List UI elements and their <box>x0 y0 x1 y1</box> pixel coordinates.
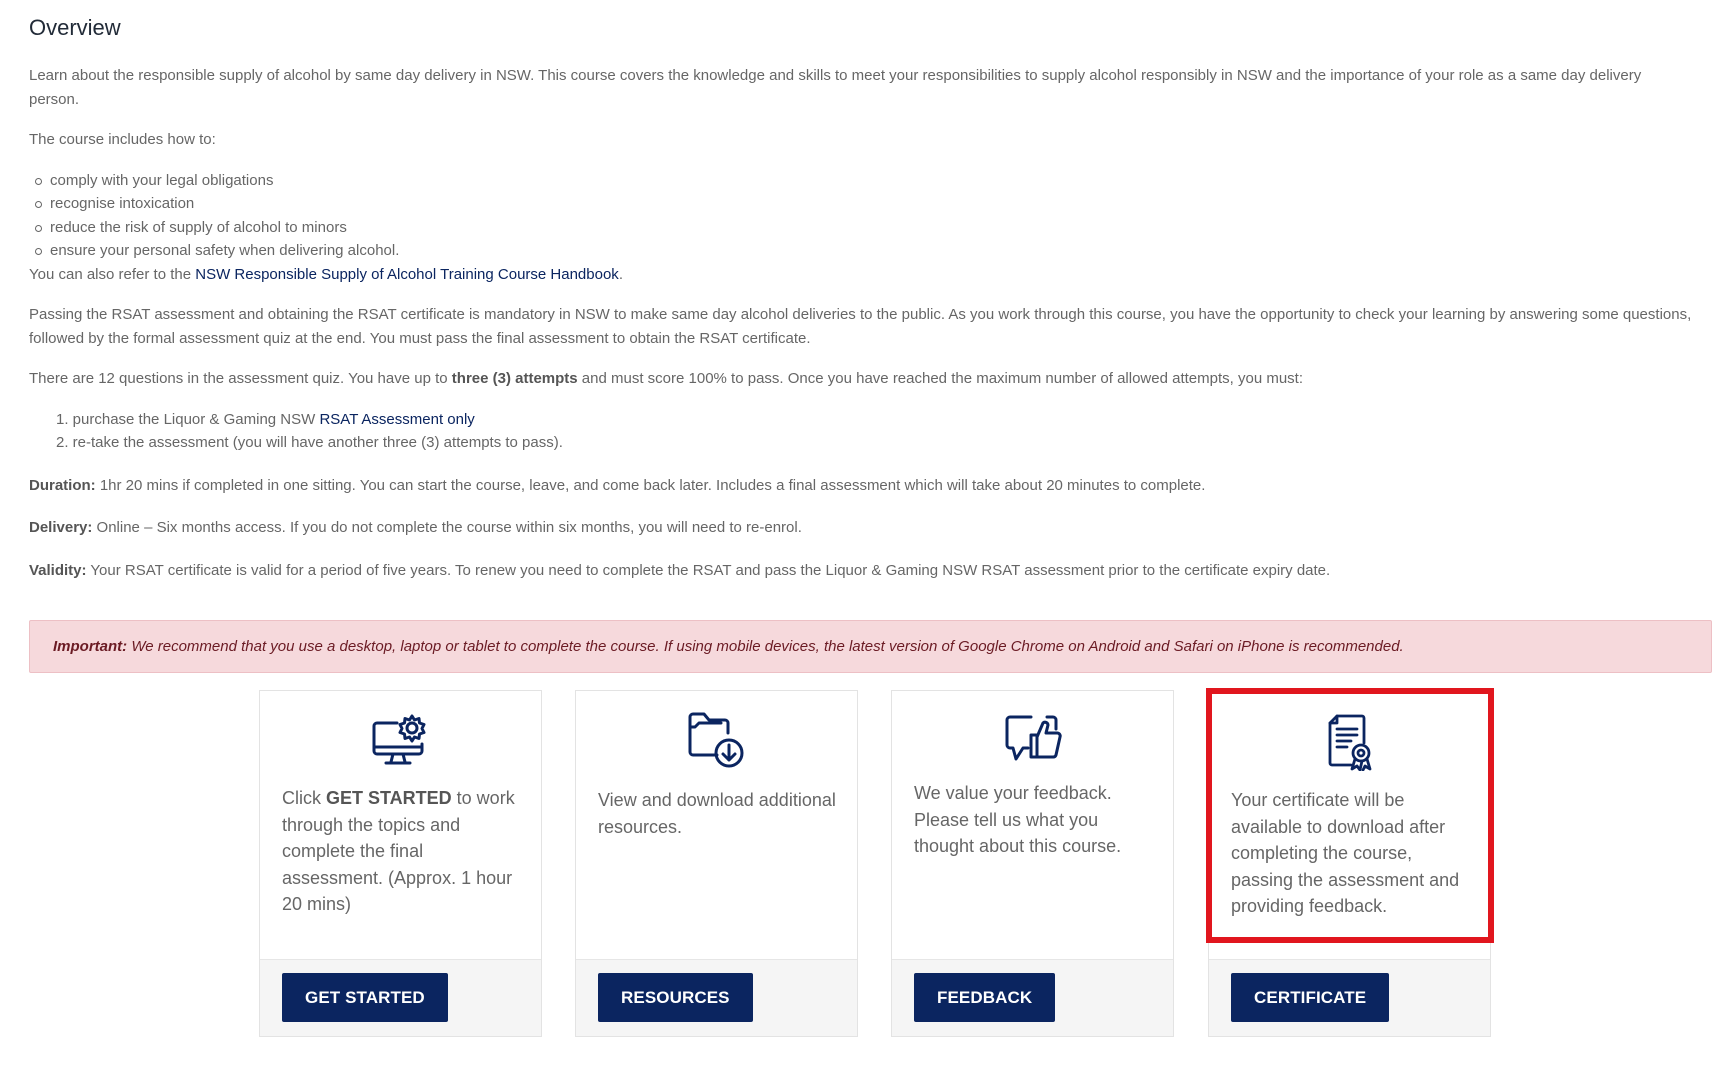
list-item: comply with your legal obligations <box>35 169 1715 193</box>
validity-label: Validity: <box>29 561 87 579</box>
delivery-label: Delivery: <box>29 519 93 536</box>
quiz-paragraph: There are 12 questions in the assessment… <box>29 367 1715 391</box>
includes-heading: The course includes how to: <box>29 131 216 148</box>
resources-description: View and download additional resources. <box>598 790 836 837</box>
get-started-button[interactable]: GET STARTED <box>282 973 448 1022</box>
desc-bold: GET STARTED <box>326 788 452 808</box>
card-footer: GET STARTED <box>260 959 541 1036</box>
rsat-assessment-link[interactable]: RSAT Assessment only <box>319 411 474 428</box>
course-intro: Learn about the responsible supply of al… <box>29 67 1642 108</box>
desc-prefix: Click <box>282 788 326 808</box>
certificate-card: Your certificate will be available to do… <box>1208 690 1491 1037</box>
list-item: reduce the risk of supply of alcohol to … <box>35 216 1715 240</box>
important-alert: Important: We recommend that you use a d… <box>29 620 1712 673</box>
steps-list: 1. purchase the Liquor & Gaming NSW RSAT… <box>56 408 1715 455</box>
delivery-line: Delivery: Online – Six months access. If… <box>29 516 1715 540</box>
folder-download-icon <box>687 711 747 776</box>
handbook-link[interactable]: NSW Responsible Supply of Alcohol Traini… <box>195 266 619 283</box>
step1-text: 1. purchase the Liquor & Gaming NSW <box>56 410 320 428</box>
feedback-thumbs-up-icon <box>1003 711 1063 772</box>
resources-card: View and download additional resources. … <box>575 690 858 1037</box>
duration-line: Duration: 1hr 20 mins if completed in on… <box>29 474 1715 498</box>
validity-text: Your RSAT certificate is valid for a per… <box>86 561 1331 579</box>
card-footer: FEEDBACK <box>892 959 1173 1036</box>
card-footer: RESOURCES <box>576 959 857 1036</box>
feedback-button[interactable]: FEEDBACK <box>914 973 1056 1022</box>
quiz-attempts: three (3) attempts <box>451 370 578 387</box>
overview-section: Overview Learn about the responsible sup… <box>29 12 1715 582</box>
list-item: ensure your personal safety when deliver… <box>35 239 1715 263</box>
feedback-description: We value your feedback. Please tell us w… <box>914 783 1122 857</box>
certificate-description: Your certificate will be available to do… <box>1231 790 1460 917</box>
duration-text: 1hr 20 mins if completed in one sitting.… <box>95 476 1206 494</box>
alert-text: We recommend that you use a desktop, lap… <box>127 638 1404 655</box>
quiz-prefix: There are 12 questions in the assessment… <box>29 370 452 387</box>
quiz-suffix: and must score 100% to pass. Once you ha… <box>577 370 1304 387</box>
duration-label: Duration: <box>29 476 96 494</box>
validity-line: Validity: Your RSAT certificate is valid… <box>29 559 1715 583</box>
includes-list: comply with your legal obligations recog… <box>35 169 1715 263</box>
passing-paragraph: Passing the RSAT assessment and obtainin… <box>29 306 1692 347</box>
handbook-suffix: . <box>618 265 623 283</box>
certificate-icon <box>1327 713 1373 776</box>
computer-settings-icon <box>371 713 431 774</box>
resources-button[interactable]: RESOURCES <box>598 973 753 1022</box>
delivery-text: Online – Six months access. If you do no… <box>92 519 802 536</box>
list-item: 1. purchase the Liquor & Gaming NSW RSAT… <box>56 408 1715 432</box>
handbook-line: You can also refer to the NSW Responsibl… <box>29 263 1715 287</box>
get-started-card: Click GET STARTED to work through the to… <box>259 690 542 1037</box>
card-footer: CERTIFICATE <box>1209 959 1490 1036</box>
feedback-card: We value your feedback. Please tell us w… <box>891 690 1174 1037</box>
certificate-button[interactable]: CERTIFICATE <box>1231 973 1390 1022</box>
get-started-description: Click GET STARTED to work through the to… <box>282 785 522 918</box>
alert-label: Important: <box>53 638 128 655</box>
handbook-prefix: You can also refer to the <box>29 265 196 283</box>
list-item: 2. re-take the assessment (you will have… <box>56 434 563 451</box>
list-item: recognise intoxication <box>35 192 1715 216</box>
overview-heading: Overview <box>29 15 121 40</box>
